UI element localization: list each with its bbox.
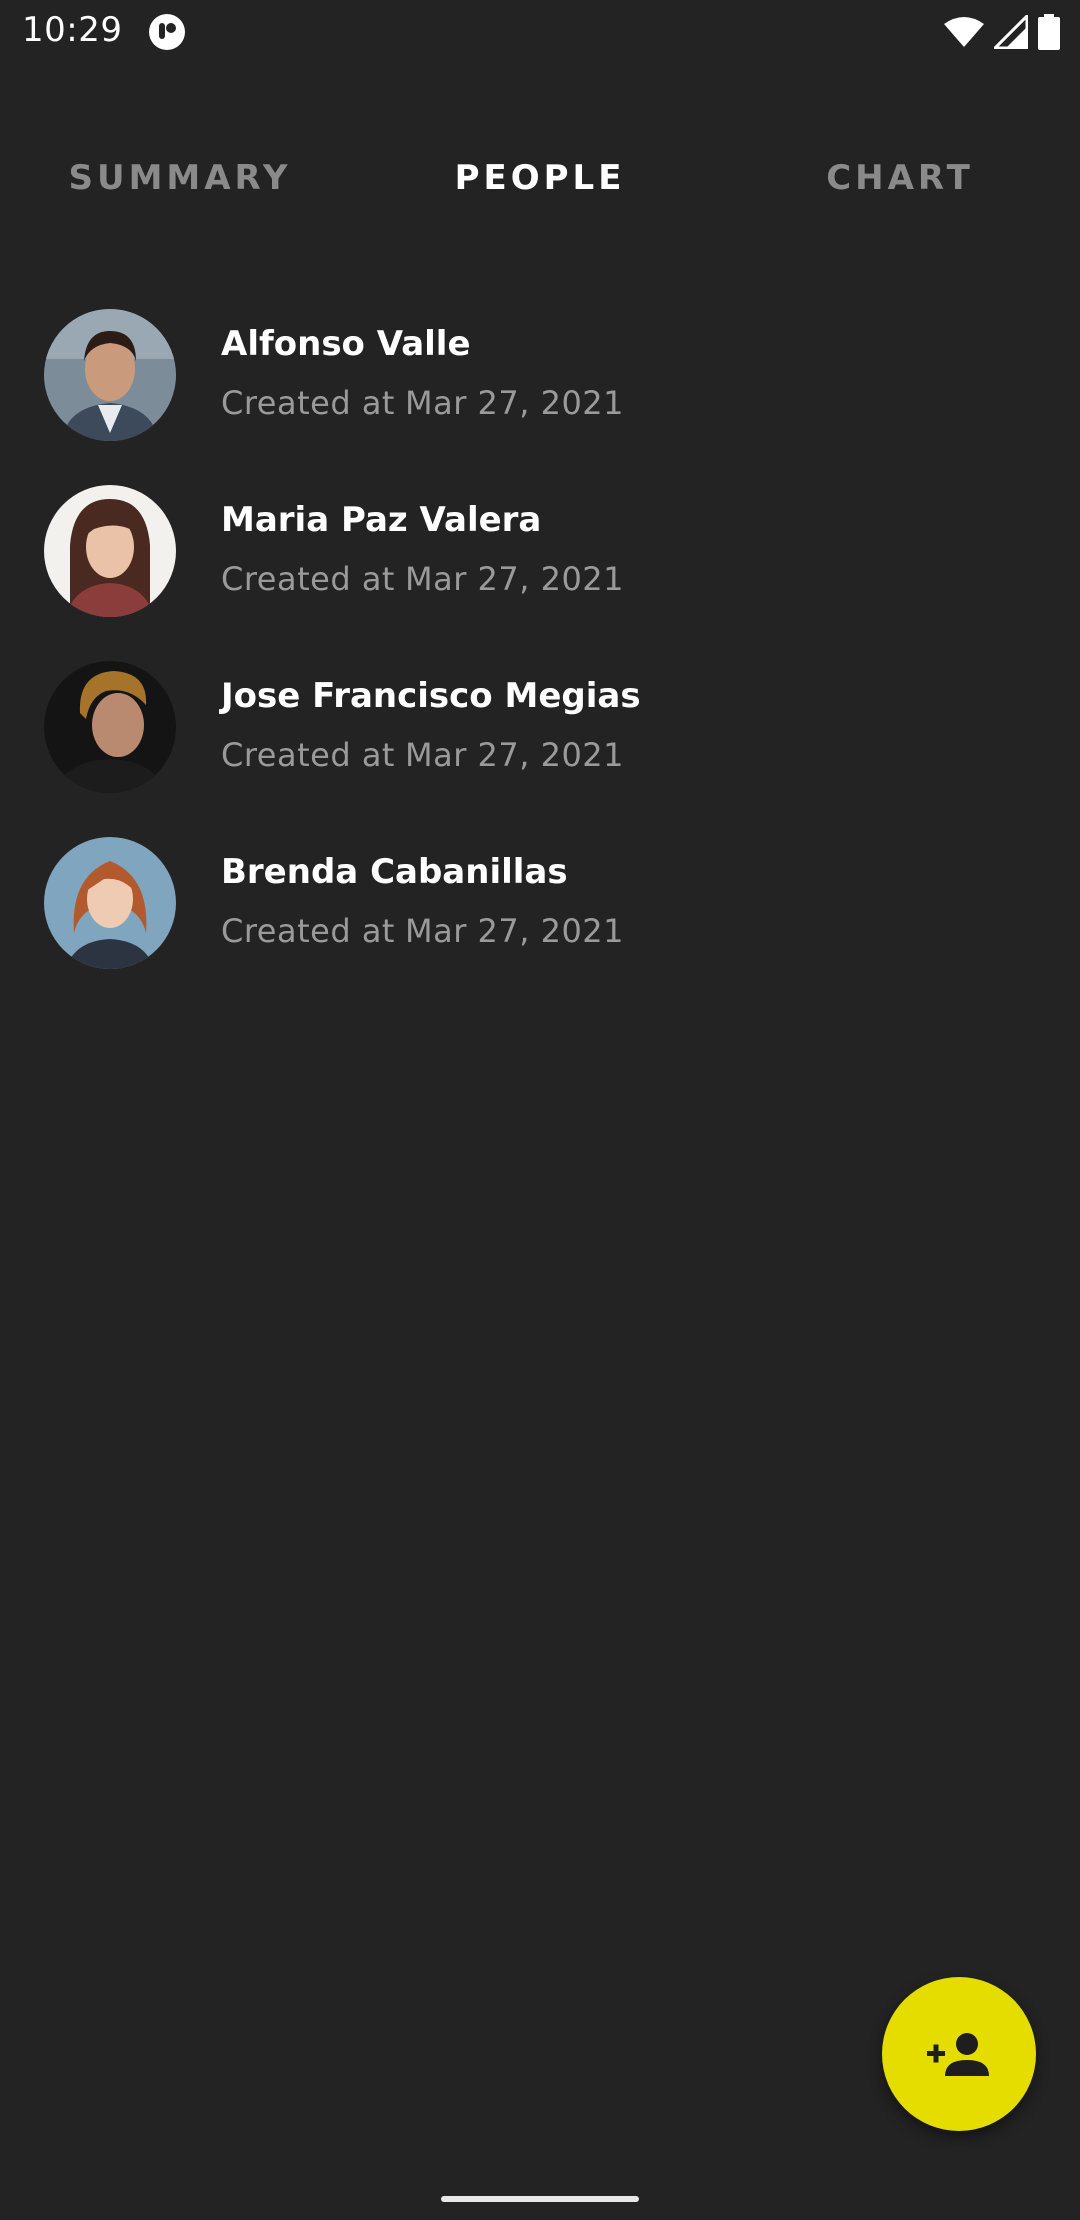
tab-chart[interactable]: CHART xyxy=(720,120,1080,236)
status-time: 10:29 xyxy=(22,10,123,50)
person-name: Brenda Cabanillas xyxy=(221,852,568,892)
created-label: Created at xyxy=(221,560,395,598)
person-name: Maria Paz Valera xyxy=(221,500,542,540)
signal-icon xyxy=(994,15,1028,49)
app-notification-icon xyxy=(149,14,185,50)
person-name: Alfonso Valle xyxy=(221,324,471,364)
avatar xyxy=(44,661,176,793)
created-label: Created at xyxy=(221,736,395,774)
status-icons xyxy=(944,12,1060,52)
wifi-icon xyxy=(944,17,984,47)
created-date: Mar 27, 2021 xyxy=(404,560,625,598)
created-date: Mar 27, 2021 xyxy=(404,384,625,422)
tab-bar: SUMMARY PEOPLE CHART xyxy=(0,120,1080,236)
created-label: Created at xyxy=(221,384,395,422)
person-row[interactable]: Jose Francisco Megias Created at Mar 27, … xyxy=(0,652,1080,828)
created-label: Created at xyxy=(221,912,395,950)
people-screen: 10:29 SUMMARY PEOPLE CHART Alfonso Valle… xyxy=(0,0,1080,2220)
person-created: Created at Mar 27, 2021 xyxy=(221,736,624,774)
home-indicator[interactable] xyxy=(441,2196,639,2202)
add-person-button[interactable] xyxy=(882,1977,1036,2131)
avatar xyxy=(44,309,176,441)
person-row[interactable]: Brenda Cabanillas Created at Mar 27, 2021 xyxy=(0,828,1080,1004)
person-name: Jose Francisco Megias xyxy=(221,676,641,716)
created-date: Mar 27, 2021 xyxy=(404,912,625,950)
people-list: Alfonso Valle Created at Mar 27, 2021 Mar… xyxy=(0,300,1080,1004)
tab-people[interactable]: PEOPLE xyxy=(360,120,720,236)
avatar xyxy=(44,837,176,969)
created-date: Mar 27, 2021 xyxy=(404,736,625,774)
battery-icon xyxy=(1038,14,1060,50)
avatar xyxy=(44,485,176,617)
status-bar: 10:29 xyxy=(0,0,1080,66)
person-row[interactable]: Alfonso Valle Created at Mar 27, 2021 xyxy=(0,300,1080,476)
person-row[interactable]: Maria Paz Valera Created at Mar 27, 2021 xyxy=(0,476,1080,652)
person-created: Created at Mar 27, 2021 xyxy=(221,560,624,598)
person-created: Created at Mar 27, 2021 xyxy=(221,912,624,950)
tab-summary[interactable]: SUMMARY xyxy=(0,120,360,236)
person-created: Created at Mar 27, 2021 xyxy=(221,384,624,422)
add-person-icon xyxy=(927,2033,989,2076)
